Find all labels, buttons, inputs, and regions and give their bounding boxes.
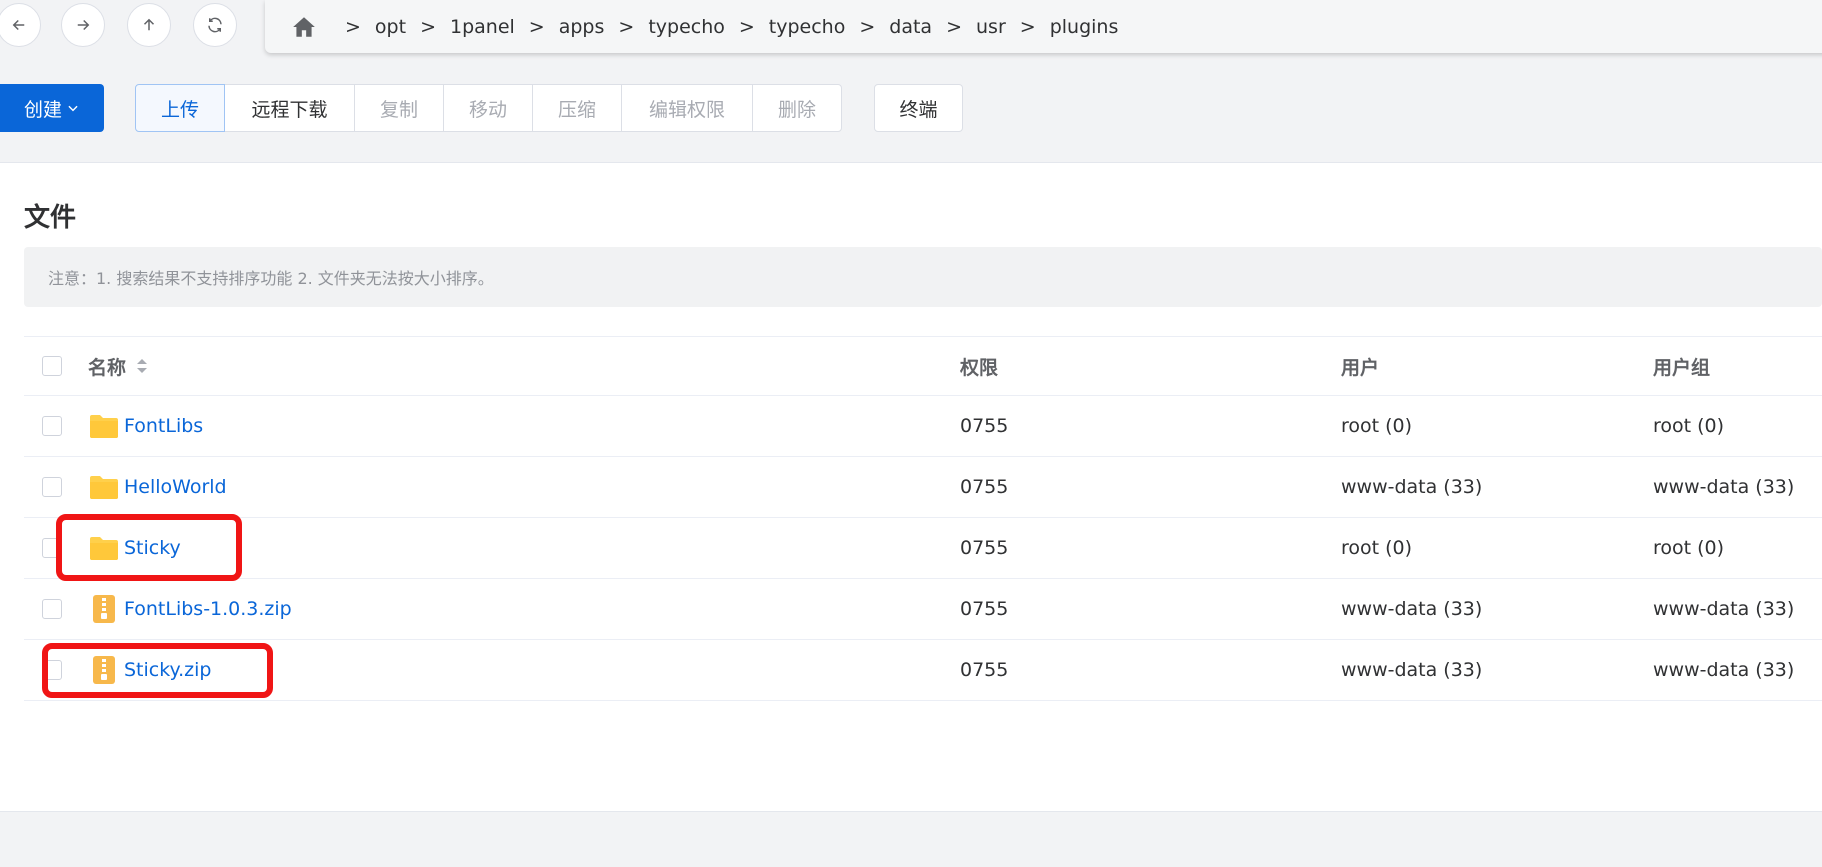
- table-header: 名称 权限 用户 用户组: [24, 336, 1822, 396]
- file-name-link[interactable]: Sticky: [124, 537, 181, 559]
- arrow-up-icon: [143, 18, 155, 31]
- edit-permissions-button[interactable]: 编辑权限: [621, 84, 753, 132]
- permission-cell[interactable]: 0755: [960, 396, 1008, 456]
- column-header-name[interactable]: 名称: [88, 353, 126, 380]
- breadcrumb: > opt > 1panel > apps > typecho > typech…: [265, 0, 1822, 53]
- file-card: 文件 注意：1. 搜索结果不支持排序功能 2. 文件夹无法按大小排序。 名称 权…: [0, 162, 1822, 812]
- group-cell: www-data (33): [1653, 598, 1795, 620]
- home-icon[interactable]: [291, 14, 317, 40]
- row-checkbox[interactable]: [42, 477, 62, 497]
- compress-button[interactable]: 压缩: [532, 84, 622, 132]
- zip-file-icon: [88, 655, 120, 685]
- group-cell: www-data (33): [1653, 476, 1795, 498]
- file-name-link[interactable]: Sticky.zip: [124, 659, 211, 681]
- user-cell: www-data (33): [1341, 598, 1483, 620]
- file-name-link[interactable]: FontLibs-1.0.3.zip: [124, 598, 292, 620]
- table-row[interactable]: Sticky 0755 root (0) root (0): [24, 518, 1822, 579]
- breadcrumb-item[interactable]: 1panel: [450, 16, 515, 38]
- user-cell: www-data (33): [1341, 476, 1483, 498]
- table-row[interactable]: Sticky.zip 0755 www-data (33) www-data (…: [24, 640, 1822, 701]
- terminal-button[interactable]: 终端: [874, 84, 963, 132]
- permission-cell[interactable]: 0755: [960, 640, 1008, 700]
- group-cell: www-data (33): [1653, 659, 1795, 681]
- file-action-group: 上传 远程下载 复制 移动 压缩 编辑权限 删除: [135, 84, 842, 132]
- folder-icon: [88, 533, 120, 563]
- sort-icon[interactable]: [136, 357, 148, 375]
- refresh-button[interactable]: [193, 3, 237, 47]
- notice-banner: 注意：1. 搜索结果不支持排序功能 2. 文件夹无法按大小排序。: [24, 247, 1822, 307]
- permission-cell[interactable]: 0755: [960, 518, 1008, 578]
- table-row[interactable]: FontLibs-1.0.3.zip 0755 www-data (33) ww…: [24, 579, 1822, 640]
- up-button[interactable]: [127, 3, 171, 47]
- upload-button[interactable]: 上传: [135, 84, 225, 132]
- delete-button[interactable]: 删除: [752, 84, 842, 132]
- card-title: 文件: [24, 203, 77, 233]
- column-header-user: 用户: [1341, 356, 1380, 379]
- permission-cell[interactable]: 0755: [960, 579, 1008, 639]
- permission-cell[interactable]: 0755: [960, 457, 1008, 517]
- folder-icon: [88, 472, 120, 502]
- file-table: 名称 权限 用户 用户组 FontLibs 0755 root (0) root…: [24, 336, 1822, 701]
- user-cell: root (0): [1341, 537, 1413, 559]
- chevron-down-icon: [68, 105, 78, 112]
- breadcrumb-separator: >: [946, 15, 962, 38]
- row-checkbox[interactable]: [42, 416, 62, 436]
- breadcrumb-item[interactable]: typecho: [769, 16, 846, 38]
- user-cell: www-data (33): [1341, 659, 1483, 681]
- group-cell: root (0): [1653, 415, 1725, 437]
- breadcrumb-item[interactable]: typecho: [648, 16, 725, 38]
- file-name-link[interactable]: FontLibs: [124, 415, 203, 437]
- breadcrumb-separator: >: [738, 15, 755, 38]
- zip-file-icon: [88, 594, 120, 624]
- row-checkbox[interactable]: [42, 538, 62, 558]
- breadcrumb-item[interactable]: opt: [375, 16, 406, 38]
- copy-button[interactable]: 复制: [354, 84, 444, 132]
- breadcrumb-item[interactable]: data: [889, 16, 932, 38]
- create-button[interactable]: 创建: [0, 84, 104, 132]
- back-button[interactable]: [0, 3, 41, 47]
- arrow-left-icon: [12, 19, 25, 31]
- row-checkbox[interactable]: [42, 599, 62, 619]
- breadcrumb-separator: >: [345, 15, 361, 38]
- arrow-right-icon: [77, 19, 90, 31]
- breadcrumb-item[interactable]: usr: [976, 16, 1006, 38]
- breadcrumb-separator: >: [420, 15, 436, 38]
- folder-icon: [88, 411, 120, 441]
- breadcrumb-separator: >: [618, 15, 635, 38]
- row-checkbox[interactable]: [42, 660, 62, 680]
- column-header-group: 用户组: [1653, 356, 1711, 379]
- breadcrumb-separator: >: [859, 15, 876, 38]
- refresh-icon: [208, 17, 222, 33]
- move-button[interactable]: 移动: [443, 84, 533, 132]
- forward-button[interactable]: [61, 3, 105, 47]
- breadcrumb-separator: >: [528, 15, 545, 38]
- column-header-permission: 权限: [960, 356, 999, 379]
- user-cell: root (0): [1341, 415, 1413, 437]
- table-row[interactable]: FontLibs 0755 root (0) root (0): [24, 396, 1822, 457]
- breadcrumb-item[interactable]: plugins: [1050, 16, 1119, 38]
- breadcrumb-separator: >: [1019, 15, 1036, 38]
- remote-download-button[interactable]: 远程下载: [224, 84, 355, 132]
- group-cell: root (0): [1653, 537, 1725, 559]
- select-all-checkbox[interactable]: [42, 356, 62, 376]
- create-button-label: 创建: [23, 98, 62, 121]
- file-name-link[interactable]: HelloWorld: [124, 476, 227, 498]
- breadcrumb-item[interactable]: apps: [559, 16, 605, 38]
- table-row[interactable]: HelloWorld 0755 www-data (33) www-data (…: [24, 457, 1822, 518]
